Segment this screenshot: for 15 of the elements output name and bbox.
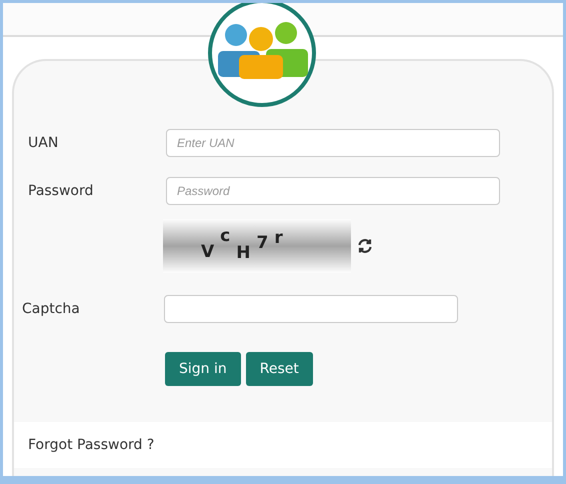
sign-in-button[interactable]: Sign in bbox=[165, 352, 241, 386]
captcha-character: r bbox=[274, 228, 283, 248]
captcha-character: 7 bbox=[256, 233, 268, 253]
input-field[interactable] bbox=[164, 295, 458, 323]
refresh-icon[interactable] bbox=[357, 238, 373, 254]
captcha-character: c bbox=[220, 226, 230, 246]
field-label: UAN bbox=[27, 135, 60, 151]
captcha-character: H bbox=[236, 243, 250, 263]
reset-button[interactable]: Reset bbox=[246, 352, 313, 386]
input-field[interactable]: Enter UAN bbox=[166, 129, 500, 157]
input-field[interactable]: Password bbox=[166, 177, 500, 205]
forgot-password-link[interactable]: Forgot Password ? bbox=[28, 437, 154, 453]
field-label: Password bbox=[27, 183, 94, 199]
field-label: Captcha bbox=[21, 301, 81, 317]
captcha-character: V bbox=[201, 242, 214, 262]
